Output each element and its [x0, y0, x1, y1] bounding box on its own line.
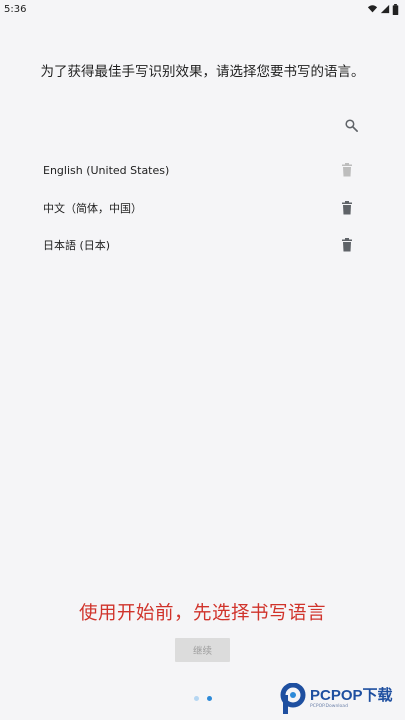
watermark-tagline: PCPOP.Download	[310, 704, 348, 709]
page-dot-active	[207, 696, 212, 701]
delete-language-button[interactable]	[339, 200, 355, 216]
status-bar: 5:36	[0, 0, 405, 18]
search-icon	[344, 118, 358, 132]
signal-icon	[380, 4, 390, 14]
language-row-japanese[interactable]: 日本語 (日本)	[0, 227, 405, 263]
promo-caption: 使用开始前，先选择书写语言	[78, 603, 326, 624]
language-label: English (United States)	[43, 163, 170, 177]
battery-icon	[392, 3, 399, 15]
language-label: 日本語 (日本)	[43, 239, 111, 252]
status-time: 5:36	[4, 3, 27, 15]
trash-icon	[342, 238, 352, 252]
wifi-icon	[367, 5, 378, 13]
language-row-english[interactable]: English (United States)	[0, 152, 405, 188]
trash-icon	[342, 201, 352, 215]
language-row-chinese[interactable]: 中文（简体，中国）	[0, 190, 405, 226]
continue-button[interactable]: 继续	[175, 638, 230, 662]
delete-language-button[interactable]	[339, 237, 355, 253]
language-label: 中文（简体，中国）	[43, 202, 142, 215]
delete-language-button[interactable]	[339, 162, 355, 178]
trash-icon	[342, 163, 352, 177]
page-indicator	[194, 696, 212, 701]
watermark-brand: PCPOP下载	[310, 687, 393, 704]
page-dot	[194, 696, 199, 701]
search-button[interactable]	[340, 114, 362, 136]
instruction-text: 为了获得最佳手写识别效果，请选择您要书写的语言。	[40, 64, 365, 80]
status-icons	[367, 3, 399, 15]
pcpop-logo-icon	[280, 683, 306, 714]
watermark: PCPOP下载 PCPOP.Download	[280, 682, 393, 716]
